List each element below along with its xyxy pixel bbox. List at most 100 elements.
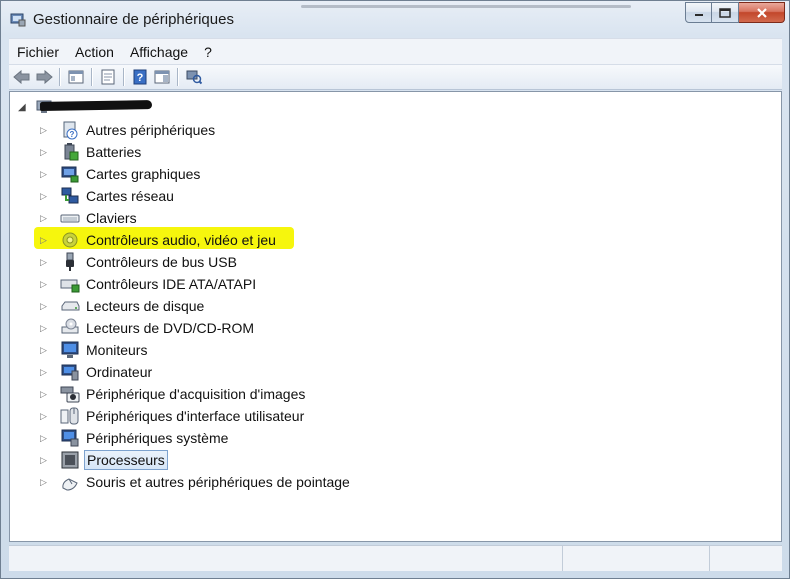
menu-bar: Fichier Action Affichage ? (9, 38, 782, 65)
expand-arrow-icon[interactable]: ▷ (40, 411, 52, 422)
expand-arrow-icon[interactable]: ▷ (40, 213, 52, 224)
menu-fichier[interactable]: Fichier (9, 44, 67, 60)
console-tree-button[interactable] (66, 67, 86, 87)
usb-icon (60, 252, 80, 272)
help-button[interactable]: ? (130, 67, 150, 87)
tree-item-label: Lecteurs de disque (86, 298, 205, 314)
properties-button[interactable] (98, 67, 118, 87)
svg-text:?: ? (70, 130, 75, 139)
mouse-icon (60, 472, 80, 492)
tree-item-label: Périphérique d'acquisition d'images (86, 386, 306, 402)
expand-arrow-icon[interactable]: ▷ (40, 323, 52, 334)
expand-down-icon[interactable]: ◢ (18, 102, 32, 113)
device-manager-icon (10, 13, 26, 27)
expand-arrow-icon[interactable]: ▷ (40, 169, 52, 180)
tree-item-label: Batteries (86, 144, 142, 160)
close-button[interactable] (739, 2, 785, 23)
device-manager-window: Gestionnaire de périphériques Fichier Ac… (0, 0, 790, 579)
tree-item[interactable]: ▷ Périphériques d'interface utilisateur (40, 405, 306, 427)
console-tree-icon (68, 70, 84, 84)
scan-hardware-button[interactable] (184, 67, 204, 87)
tree-item-label: Claviers (86, 210, 137, 226)
network-adapter-icon (60, 186, 80, 206)
title-decoration (301, 5, 631, 8)
toolbar-separator (177, 68, 179, 86)
tree-item-label: Périphériques d'interface utilisateur (86, 408, 305, 424)
tree-item[interactable]: ▷ Contrôleurs de bus USB (40, 251, 239, 273)
expand-arrow-icon[interactable]: ▷ (40, 455, 52, 466)
toolbar-separator (59, 68, 61, 86)
tree-item-label: Cartes graphiques (86, 166, 201, 182)
back-button[interactable] (12, 67, 32, 87)
tree-item[interactable]: ▷ Souris et autres périphériques de point… (40, 471, 352, 493)
tree-item[interactable]: ▷ Processeurs (40, 449, 168, 471)
menu-help[interactable]: ? (196, 44, 220, 60)
dvd-drive-icon (60, 318, 80, 338)
expand-arrow-icon[interactable]: ▷ (40, 191, 52, 202)
minimize-icon (694, 13, 703, 16)
tree-item[interactable]: ▷ Moniteurs (40, 339, 149, 361)
tree-item-label: Périphériques système (86, 430, 229, 446)
tree-item[interactable]: ▷ Cartes graphiques (40, 163, 202, 185)
sound-icon (60, 230, 80, 250)
hid-icon (60, 406, 80, 426)
tree-item[interactable]: ▷ Lecteurs de DVD/CD-ROM (40, 317, 256, 339)
tree-item-label: Ordinateur (86, 364, 153, 380)
back-icon (13, 70, 30, 84)
expand-arrow-icon[interactable]: ▷ (40, 301, 52, 312)
tree-item[interactable]: ▷ Périphériques système (40, 427, 230, 449)
title-bar[interactable]: Gestionnaire de périphériques (1, 1, 789, 37)
menu-affichage[interactable]: Affichage (122, 44, 196, 60)
tree-item[interactable]: ▷ Lecteurs de disque (40, 295, 206, 317)
expand-arrow-icon[interactable]: ▷ (40, 279, 52, 290)
tree-item[interactable]: ▷ Cartes réseau (40, 185, 176, 207)
properties-icon (101, 69, 115, 85)
tree-item-label: Souris et autres périphériques de pointa… (86, 474, 350, 490)
tree-item[interactable]: ▷? Autres périphériques (40, 119, 217, 141)
expand-arrow-icon[interactable]: ▷ (40, 257, 52, 268)
forward-button[interactable] (34, 67, 54, 87)
expand-arrow-icon[interactable]: ▷ (40, 477, 52, 488)
status-pane-secondary (562, 546, 709, 571)
expand-arrow-icon[interactable]: ▷ (40, 367, 52, 378)
camera-icon (60, 384, 80, 404)
tree-item[interactable]: ▷ Ordinateur (40, 361, 154, 383)
toolbar: ? (9, 64, 782, 90)
menu-action[interactable]: Action (67, 44, 122, 60)
monitor-icon (60, 340, 80, 360)
computer-icon (60, 362, 80, 382)
system-device-icon (60, 428, 80, 448)
expand-arrow-icon[interactable]: ▷ (40, 389, 52, 400)
expand-arrow-icon[interactable]: ▷ (40, 235, 52, 246)
toolbar-separator (123, 68, 125, 86)
forward-icon (36, 70, 53, 84)
maximize-button[interactable] (712, 2, 739, 23)
expand-arrow-icon[interactable]: ▷ (40, 125, 52, 136)
window-title: Gestionnaire de périphériques (33, 11, 234, 28)
unknown-device-icon: ? (60, 120, 80, 140)
tree-item[interactable]: ▷ Claviers (40, 207, 139, 229)
show-hide-pane-button[interactable] (152, 67, 172, 87)
tree-item[interactable]: ▷ Batteries (40, 141, 143, 163)
expand-arrow-icon[interactable]: ▷ (40, 345, 52, 356)
tree-item-label: Lecteurs de DVD/CD-ROM (86, 320, 255, 336)
device-tree[interactable]: ◢ ▷? Autres périphériques ▷ Batteries ▷ Carte… (9, 91, 782, 542)
toolbar-separator (91, 68, 93, 86)
tree-item[interactable]: ▷ Contrôleurs audio, vidéo et jeu (40, 229, 278, 251)
show-hide-pane-icon (154, 70, 170, 84)
tree-item-label: Autres périphériques (86, 122, 216, 138)
svg-text:?: ? (137, 72, 144, 84)
ide-controller-icon (60, 274, 80, 294)
tree-item[interactable]: ▷ Périphérique d'acquisition d'images (40, 383, 307, 405)
minimize-button[interactable] (685, 2, 712, 23)
tree-item[interactable]: ▷ Contrôleurs IDE ATA/ATAPI (40, 273, 258, 295)
scan-hardware-icon (186, 70, 202, 85)
expand-arrow-icon[interactable]: ▷ (40, 433, 52, 444)
close-icon (756, 7, 767, 18)
status-bar (9, 545, 782, 571)
disk-drive-icon (60, 296, 80, 316)
tree-item-label: Contrôleurs audio, vidéo et jeu (86, 232, 276, 248)
maximize-icon (719, 7, 731, 18)
display-adapter-icon (60, 164, 80, 184)
expand-arrow-icon[interactable]: ▷ (40, 147, 52, 158)
